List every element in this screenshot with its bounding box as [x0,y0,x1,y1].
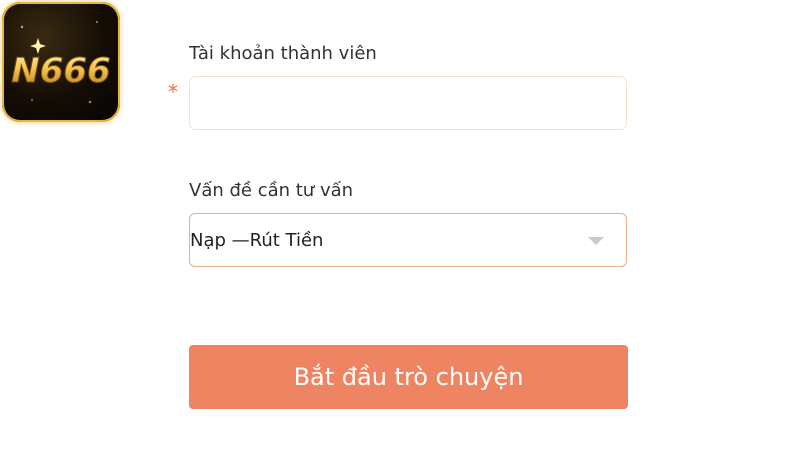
chat-start-form-page: N666 Tài khoản thành viên * Vấn đề cần t… [0,0,800,450]
chevron-down-icon [588,237,604,245]
account-label: Tài khoản thành viên [189,43,377,64]
topic-selected-value: Nạp —Rút Tiền [190,230,324,251]
n666-logo: N666 [2,2,120,122]
asterisk-icon: * [168,80,178,104]
topic-label: Vấn đề cần tư vấn [189,180,354,201]
account-field-wrapper [189,76,627,130]
logo-wordmark: N666 [11,51,110,91]
logo-graphic: N666 [11,21,111,104]
topic-select[interactable]: Nạp —Rút Tiền [189,213,627,267]
account-input[interactable] [190,77,626,129]
start-chat-button[interactable]: Bắt đầu trò chuyện [189,345,628,409]
